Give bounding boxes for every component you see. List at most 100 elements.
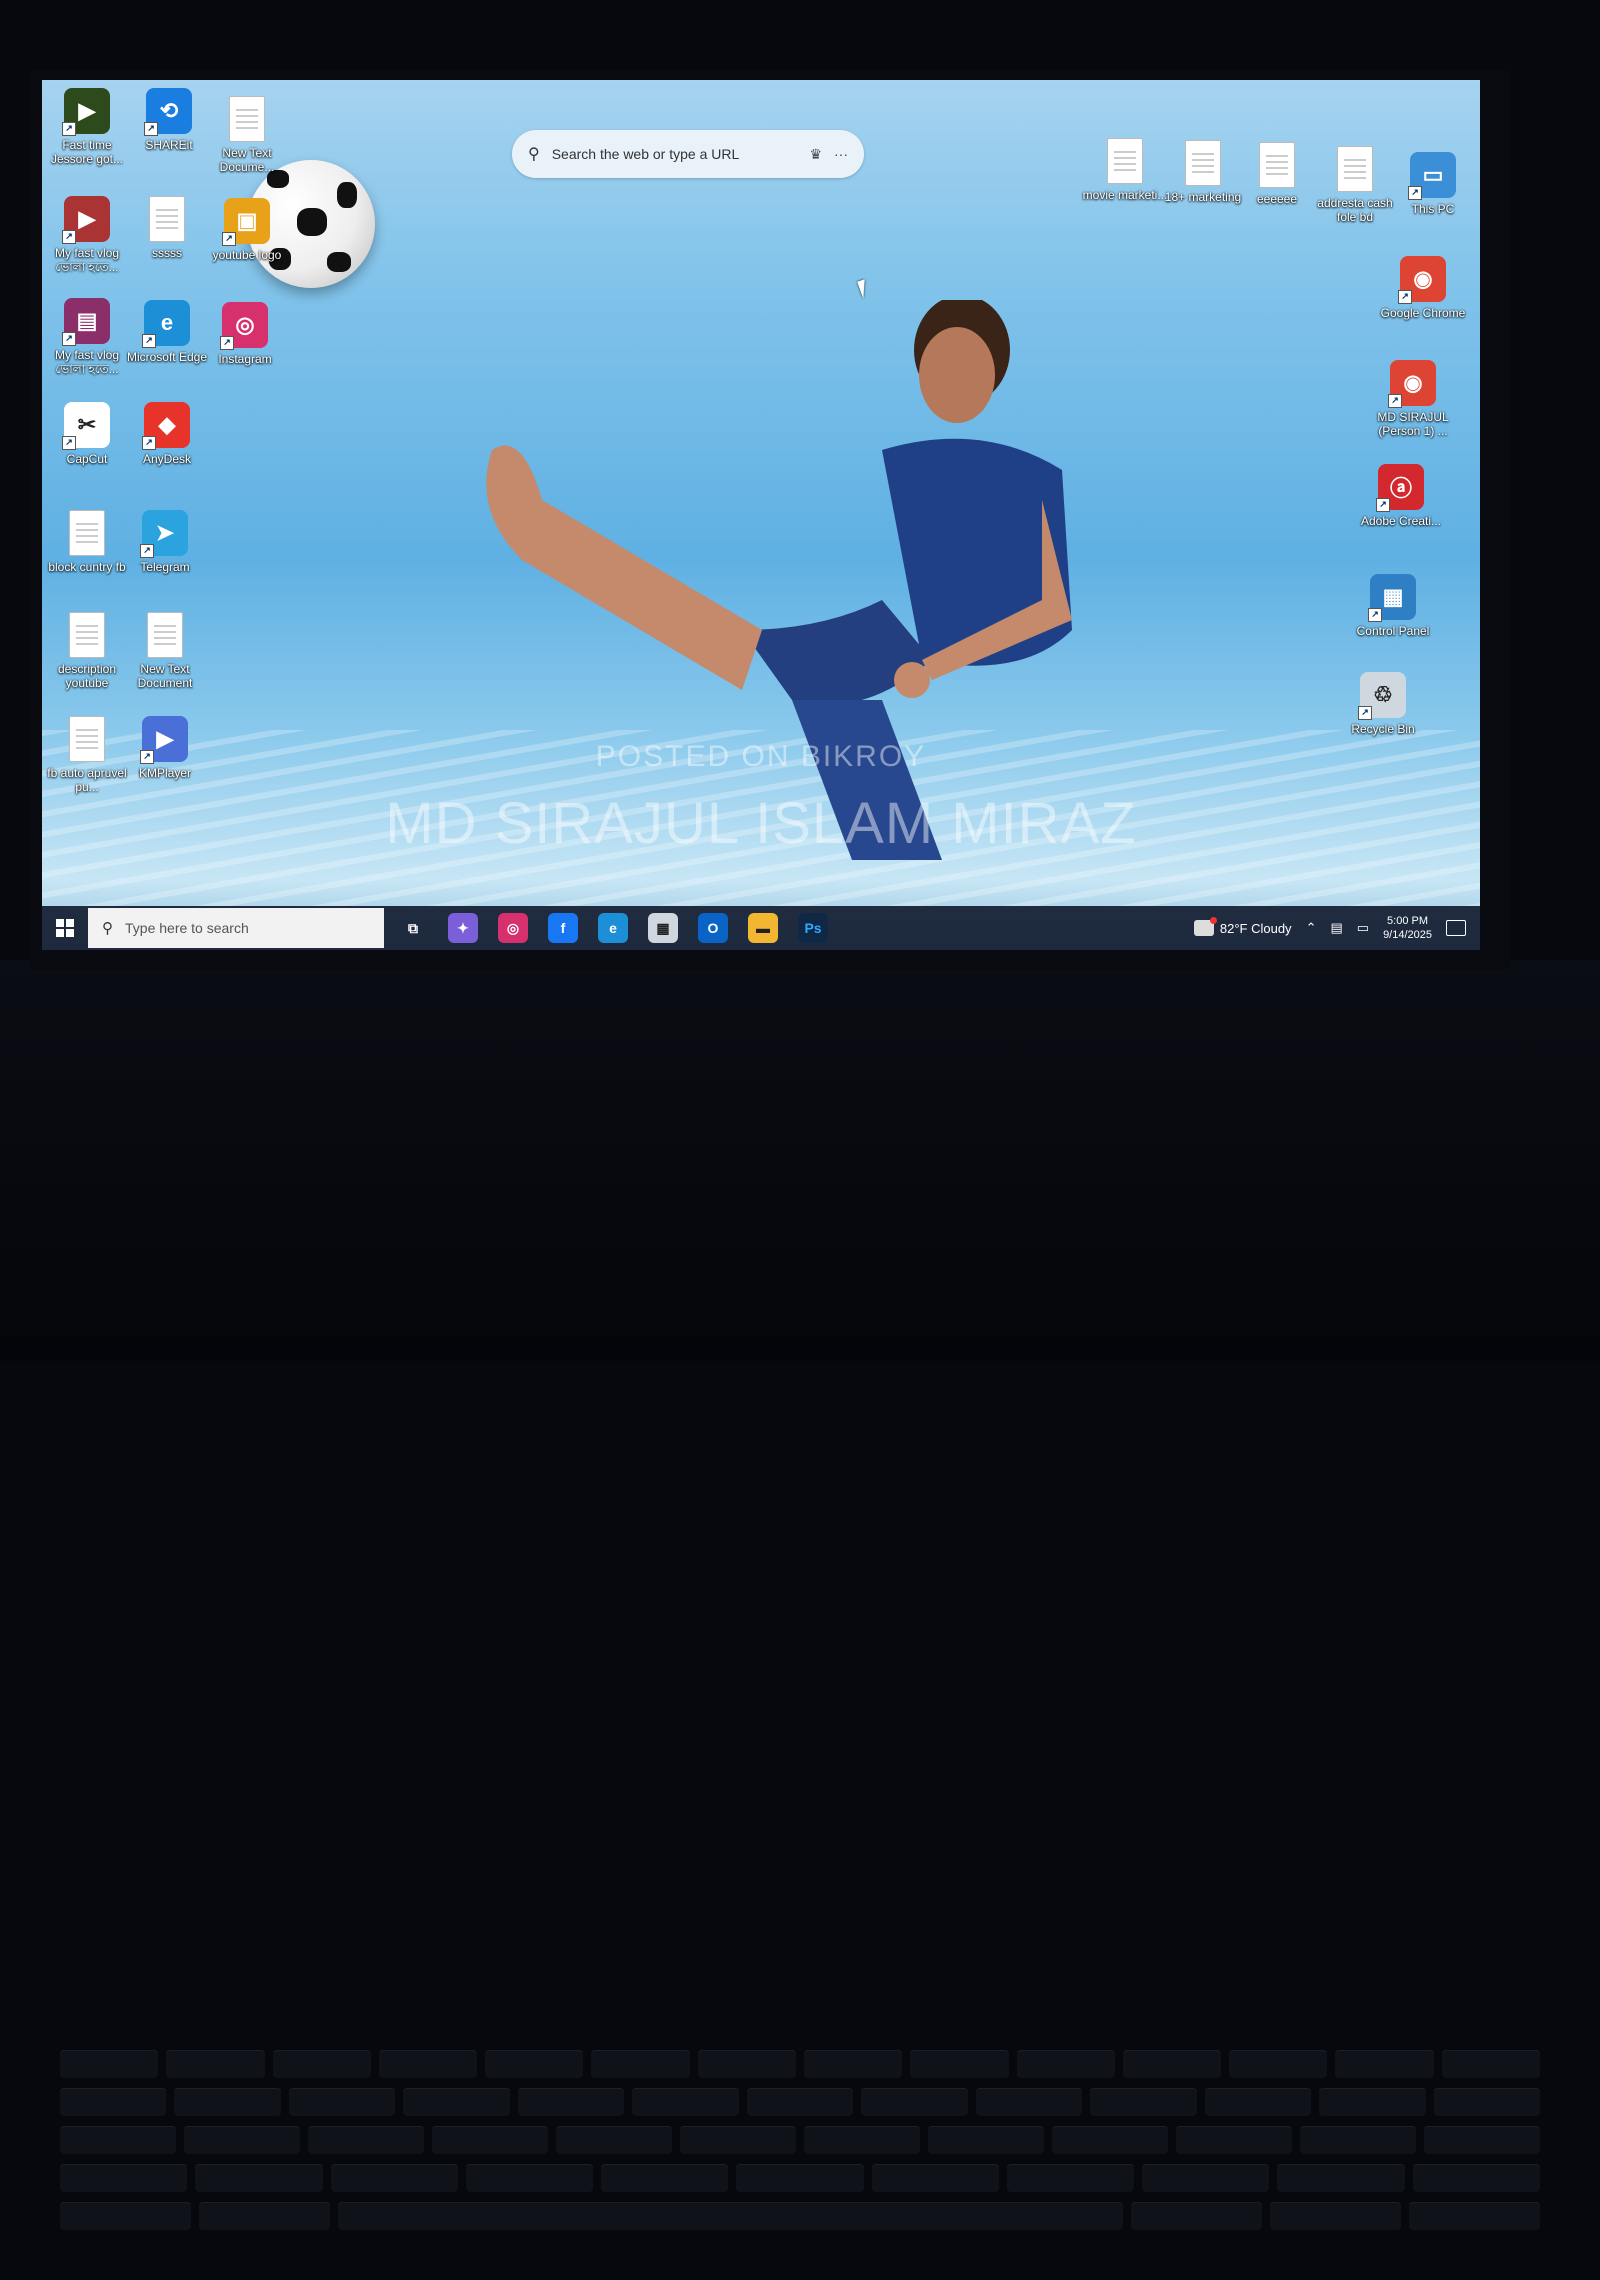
clock[interactable]: 5:00 PM 9/14/2025: [1383, 914, 1432, 942]
desktop-right-icon-3[interactable]: addresta cash fole bd: [1310, 146, 1400, 224]
desktop-left-icon-9[interactable]: ✂ ↗ CapCut: [42, 402, 132, 466]
desktop-icon-label: Instagram: [218, 352, 272, 366]
weather-text: 82°F Cloudy: [1219, 920, 1292, 936]
winrar-archive-icon: ▤ ↗: [62, 298, 110, 346]
desktop-icon-label: New Text Docume...: [219, 146, 275, 174]
instagram-icon[interactable]: ◎: [498, 913, 528, 943]
capcut-icon: ✂ ↗: [62, 402, 110, 450]
weather-icon: [1193, 917, 1217, 936]
desktop-left-icon-8[interactable]: ◎ ↗ Instagram: [200, 302, 290, 366]
desktop-icon-label: Fast time Jessore got...: [50, 138, 124, 166]
desktop-right-icon-4[interactable]: ▭ ↗ This PC: [1388, 152, 1478, 216]
system-tray: 82°F Cloudy ⌃ ▤ ▭ 5:00 PM 9/14/2025: [1193, 914, 1480, 942]
chrome-icon: ◉ ↗: [1398, 256, 1446, 304]
desktop-icon-label: My fast vlog ভোলা হতে...: [54, 348, 120, 376]
image-file-icon: ▣ ↗: [222, 198, 270, 246]
desktop-left-icon-1[interactable]: ⟲ ↗ SHAREit: [124, 88, 214, 152]
laptop-body: [0, 960, 1600, 2230]
desktop-icon-label: description youtube: [57, 662, 117, 690]
browser-search-widget[interactable]: ⚲ Search the web or type a URL ♛ ···: [512, 130, 864, 178]
notifications-icon[interactable]: [1446, 920, 1466, 936]
taskbar: ⚲ Type here to search ⧉ ✦ ◎ f e ▦ O ▬ Ps 82°F Cl…: [42, 906, 1480, 950]
desktop-left-icon-4[interactable]: sssss: [122, 196, 212, 260]
text-document-icon: [69, 612, 105, 658]
start-button[interactable]: [42, 906, 88, 950]
desktop-left-icon-10[interactable]: ◆ ↗ AnyDesk: [122, 402, 212, 466]
shortcut-arrow-icon: ↗: [62, 332, 76, 346]
desktop-left-icon-12[interactable]: ➤ ↗ Telegram: [120, 510, 210, 574]
taskbar-search-box[interactable]: ⚲ Type here to search: [88, 908, 384, 948]
desktop-icon-label: Microsoft Edge: [126, 350, 208, 364]
desktop-left-icon-11[interactable]: block cuntry fb: [42, 510, 132, 574]
desktop-right-icon-2[interactable]: eeeeee: [1232, 142, 1322, 206]
video-thumbnail-icon: ▶ ↗: [62, 196, 110, 244]
shortcut-arrow-icon: ↗: [1398, 290, 1412, 304]
desktop-icon-label: Google Chrome: [1380, 306, 1466, 320]
shortcut-arrow-icon: ↗: [62, 230, 76, 244]
desktop-icon-label: CapCut: [66, 452, 108, 466]
shortcut-arrow-icon: ↗: [142, 436, 156, 450]
taskbar-search-placeholder: Type here to search: [125, 920, 249, 936]
desktop-left-icon-13[interactable]: description youtube: [42, 612, 132, 690]
clock-date: 9/14/2025: [1383, 929, 1432, 941]
desktop-right-icon-0[interactable]: movie marketi...: [1080, 138, 1170, 202]
desktop-icon-label: sssss: [152, 246, 182, 260]
desktop-left-icon-3[interactable]: ▶ ↗ My fast vlog ভোলা হতে...: [42, 196, 132, 274]
desktop-icon-label: youtube logo: [212, 248, 282, 262]
desktop-left-icon-2[interactable]: New Text Docume...: [202, 96, 292, 174]
text-document-icon: [149, 196, 185, 242]
task-view-icon[interactable]: ⧉: [398, 913, 428, 943]
facebook-icon[interactable]: f: [548, 913, 578, 943]
browser-search-placeholder: Search the web or type a URL: [551, 146, 740, 162]
desktop-left-icon-7[interactable]: e ↗ Microsoft Edge: [122, 300, 212, 364]
chevron-up-icon[interactable]: ⌃: [1306, 920, 1317, 936]
network-icon[interactable]: ▤: [1330, 920, 1342, 936]
outlook-icon[interactable]: O: [698, 913, 728, 943]
windows-logo-icon: [56, 919, 74, 937]
desktop-right-icon-9[interactable]: ♲ ↗ Recycle Bin: [1338, 672, 1428, 736]
edge-icon[interactable]: e: [598, 913, 628, 943]
desktop-icon-label: Adobe Creati...: [1360, 514, 1442, 528]
weather-widget[interactable]: 82°F Cloudy: [1193, 917, 1292, 936]
search-icon: ⚲: [528, 146, 540, 163]
shortcut-arrow-icon: ↗: [144, 122, 158, 136]
photoshop-icon[interactable]: Ps: [798, 913, 828, 943]
more-options-button[interactable]: ···: [834, 146, 848, 162]
file-explorer-icon[interactable]: ▬: [748, 913, 778, 943]
shortcut-arrow-icon: ↗: [1388, 394, 1402, 408]
shortcut-arrow-icon: ↗: [140, 544, 154, 558]
desktop-icon-label: New Text Document: [137, 662, 193, 690]
text-document-icon: [69, 510, 105, 556]
shortcut-arrow-icon: ↗: [1358, 706, 1372, 720]
desktop-left-icon-6[interactable]: ▤ ↗ My fast vlog ভোলা হতে...: [42, 298, 132, 376]
desktop-left-icon-5[interactable]: ▣ ↗ youtube logo: [202, 198, 292, 262]
control-panel-icon: ▦ ↗: [1368, 574, 1416, 622]
anydesk-icon: ◆ ↗: [142, 402, 190, 450]
shortcut-arrow-icon: ↗: [222, 232, 236, 246]
desktop-left-icon-0[interactable]: ▶ ↗ Fast time Jessore got...: [42, 88, 132, 166]
copilot-icon[interactable]: ✦: [448, 913, 478, 943]
shortcut-arrow-icon: ↗: [1368, 608, 1382, 622]
desktop-icon-label: addresta cash fole bd: [1317, 196, 1393, 224]
clock-time: 5:00 PM: [1387, 915, 1429, 927]
desktop-right-icon-8[interactable]: ▦ ↗ Control Panel: [1348, 574, 1438, 638]
desktop-icon-label: Recycle Bin: [1351, 722, 1415, 736]
keyboard: [60, 2050, 1541, 2280]
desktop-right-icon-6[interactable]: ◉ ↗ MD SIRAJUL (Person 1) ...: [1368, 360, 1458, 438]
monitor-icon: ▭ ↗: [1408, 152, 1456, 200]
battery-icon[interactable]: ▭: [1357, 920, 1369, 936]
shortcut-arrow-icon: ↗: [1376, 498, 1390, 512]
desktop-icon-label: MD SIRAJUL (Person 1) ...: [1377, 410, 1449, 438]
desktop-icon-label: Telegram: [140, 560, 190, 574]
microsoft-store-icon[interactable]: ▦: [648, 913, 678, 943]
shortcut-arrow-icon: ↗: [142, 334, 156, 348]
mouse-cursor-icon: [857, 279, 871, 299]
trophy-icon[interactable]: ♛: [809, 146, 822, 163]
search-icon: ⚲: [102, 920, 113, 937]
video-icon: ▶ ↗: [62, 88, 110, 136]
desktop-right-icon-5[interactable]: ◉ ↗ Google Chrome: [1378, 256, 1468, 320]
desktop-icon-label: eeeeee: [1256, 192, 1298, 206]
shortcut-arrow-icon: ↗: [62, 436, 76, 450]
desktop-right-icon-7[interactable]: ⓐ ↗ Adobe Creati...: [1356, 464, 1446, 528]
desktop-left-icon-14[interactable]: New Text Document: [120, 612, 210, 690]
